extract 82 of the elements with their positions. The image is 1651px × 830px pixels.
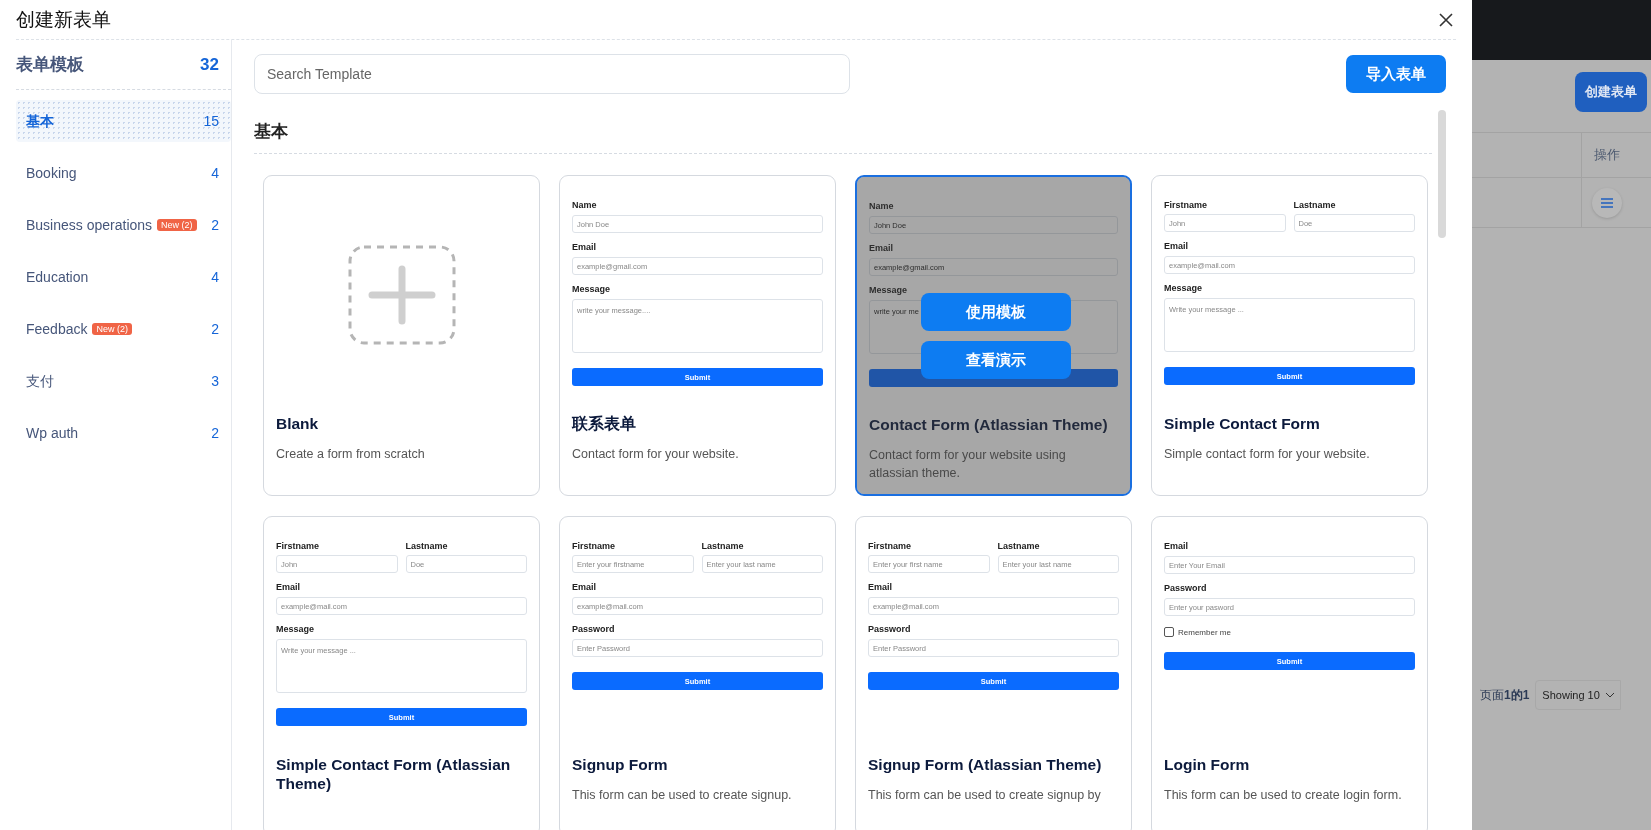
category-item[interactable]: Business operations New (2) 2 <box>16 204 231 246</box>
preview-label: Message <box>1164 283 1204 293</box>
category-item[interactable]: Wp auth 2 <box>16 412 231 454</box>
card-description: This form can be used to create login form. <box>1164 787 1403 804</box>
card-title: Signup Form <box>572 755 669 774</box>
preview-label: Email <box>869 243 894 253</box>
category-count: 4 <box>211 165 219 181</box>
category-label: Business operations <box>26 216 153 235</box>
preview-label: Email <box>1164 541 1189 551</box>
card-title: 联系表单 <box>572 414 637 433</box>
preview-label: Email <box>1164 241 1189 251</box>
preview-label: Message <box>276 624 316 634</box>
template-action-button[interactable]: 查看演示 <box>921 341 1071 379</box>
preview-label: Lastname <box>997 541 1041 551</box>
preview-label: Email <box>276 582 301 592</box>
preview-label: Firstname <box>276 541 320 551</box>
card-description: This form can be used to create signup. <box>572 787 793 804</box>
preview-label: Remember me <box>1178 627 1231 637</box>
card-title: Blank <box>276 414 320 433</box>
card-description: This form can be used to create signup by <box>868 787 1102 804</box>
category-count: 4 <box>211 269 219 285</box>
card-description: Simple contact form for your website. <box>1164 446 1371 463</box>
plus-icon <box>347 245 456 345</box>
category-label: Wp auth <box>26 424 79 443</box>
category-item[interactable]: Education 4 <box>16 256 231 298</box>
scrollbar[interactable] <box>1438 110 1446 238</box>
preview-label: Message <box>869 285 909 295</box>
card-title: Contact Form (Atlassian Theme) <box>869 415 1109 434</box>
card-description: Contact form for your website using atlassian theme. <box>869 447 1067 482</box>
category-label: 基本 <box>26 112 54 131</box>
preview-label: Password <box>868 624 912 634</box>
create-form-button[interactable]: 创建表单 <box>1575 72 1647 112</box>
menu-button[interactable] <box>1592 187 1622 218</box>
card-title: Simple Contact Form <box>1164 414 1321 433</box>
preview-label: Password <box>572 624 616 634</box>
category-item[interactable]: Feedback New (2) 2 <box>16 308 231 350</box>
preview-label: Email <box>572 582 597 592</box>
category-count: 2 <box>211 321 219 337</box>
category-item[interactable]: 支付 3 <box>16 360 231 402</box>
preview-label: Lastname <box>1293 200 1337 210</box>
import-button[interactable]: 导入表单 <box>1346 55 1446 93</box>
preview-label: Email <box>572 242 597 252</box>
preview-label: Name <box>869 201 895 211</box>
new-tag: New (2) <box>157 219 197 231</box>
column-header: 操作 <box>1581 133 1651 177</box>
preview-label: Password <box>1164 583 1208 593</box>
section-title: 基本 <box>254 108 1432 154</box>
category-count: 2 <box>211 217 219 233</box>
category-label: Booking <box>26 164 77 183</box>
search-field[interactable]: Search Template <box>254 54 850 94</box>
category-item[interactable]: Booking 4 <box>16 152 231 194</box>
category-label: Education <box>26 268 89 287</box>
card-title: Signup Form (Atlassian Theme) <box>868 755 1103 774</box>
preview-label: Firstname <box>868 541 912 551</box>
template-card[interactable]: Blank Create a form from scratch <box>263 175 540 496</box>
preview-label: Message <box>572 284 612 294</box>
menu-icon <box>1601 197 1613 208</box>
card-description: Create a form from scratch <box>276 446 426 463</box>
close-icon <box>1438 11 1454 28</box>
preview-label: Name <box>572 200 598 210</box>
preview-label: Email <box>868 582 893 592</box>
template-action-button[interactable]: 使用模板 <box>921 293 1071 331</box>
preview-label: Lastname <box>405 541 449 551</box>
card-title: Login Form <box>1164 755 1251 774</box>
category-label: Feedback <box>26 320 88 339</box>
card-title: Simple Contact Form (Atlassian Theme) <box>276 755 512 793</box>
category-label: 支付 <box>26 372 54 391</box>
sidebar-title: 表单模板 <box>16 54 84 76</box>
modal-title: 创建新表单 <box>16 7 111 32</box>
preview-label: Firstname <box>1164 200 1208 210</box>
new-tag: New (2) <box>92 323 132 335</box>
template-count: 32 <box>200 54 219 75</box>
page-size-select[interactable]: Showing 10 <box>1535 680 1621 710</box>
category-item[interactable]: 基本 15 <box>16 100 231 142</box>
category-count: 3 <box>211 373 219 389</box>
pagination-text: 页面1的1 <box>1480 686 1530 704</box>
preview-label: Firstname <box>572 541 616 551</box>
chevron-icon <box>1605 692 1614 698</box>
preview-label: Lastname <box>701 541 745 551</box>
category-count: 15 <box>203 113 219 129</box>
card-description: Contact form for your website. <box>572 446 740 463</box>
category-count: 2 <box>211 425 219 441</box>
